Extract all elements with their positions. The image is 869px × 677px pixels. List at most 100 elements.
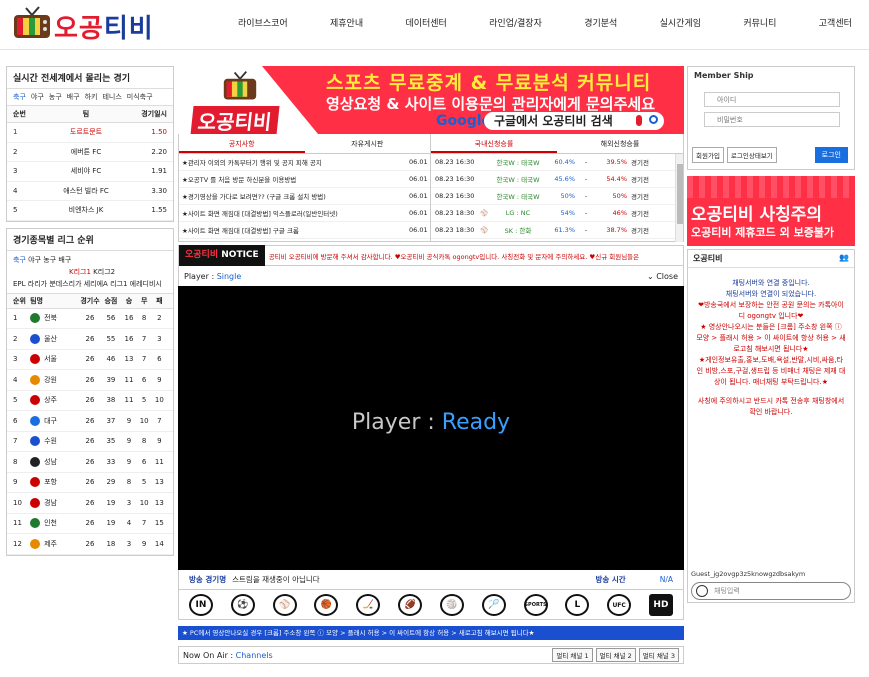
league-others[interactable]: EPL 라리가 분데스리가 세리에A 리그1 에레디비시 xyxy=(13,278,167,290)
popular-row[interactable]: 1 도르트문트 1.50 xyxy=(7,123,173,143)
top-header: 오공티비 라이브스코어 제휴안내 데이터센터 라인업/결장자 경기분석 실시간게… xyxy=(0,0,869,50)
multi-channel-3-button[interactable]: 멀티 채널 3 xyxy=(638,648,679,662)
popular-row[interactable]: 5 비엔차스 JK 1.55 xyxy=(7,201,173,221)
nav-lineup[interactable]: 라인업/결장자 xyxy=(481,16,550,29)
hockey-icon[interactable]: 🏒 xyxy=(356,594,381,616)
scroll-thumb[interactable] xyxy=(677,164,683,224)
tab-volleyball[interactable]: 배구 xyxy=(67,92,80,102)
tab-football[interactable]: 미식축구 xyxy=(127,92,153,102)
player-close[interactable]: ⌄ Close xyxy=(647,272,678,281)
hd-icon[interactable]: HD xyxy=(648,594,673,616)
standing-points: 19 xyxy=(106,519,116,528)
promo-banner[interactable]: 오공티비 스포츠 무료중계 & 무료분석 커뮤니티 영상요청 & 사이트 이용문… xyxy=(178,66,684,134)
match-row[interactable]: 08.23 16:30 한국W : 태국W 50% - 50% 경기전 xyxy=(431,188,683,205)
league-k1[interactable]: K리그1 xyxy=(69,268,91,276)
multi-channel-2-button[interactable]: 멀티 채널 2 xyxy=(595,648,636,662)
volleyball-icon[interactable]: 🏐 xyxy=(439,594,464,616)
password-input[interactable] xyxy=(704,112,840,127)
standings-row[interactable]: 11 인천 26 19 4 7 15 xyxy=(7,514,173,534)
notice-row[interactable]: ★사이트 화면 깨짐대 [대결방법] 구글 크롬 06.01 xyxy=(179,222,430,239)
popular-row[interactable]: 2 에버튼 FC 2.20 xyxy=(7,143,173,162)
standings-row[interactable]: 8 성남 26 33 9 6 11 xyxy=(7,452,173,473)
ufc-icon[interactable]: UFC xyxy=(607,594,632,616)
baseball-icon[interactable]: ⚾ xyxy=(272,594,297,616)
join-button[interactable]: 회원가입 xyxy=(692,147,724,163)
impersonation-warning-banner[interactable]: 오공티비 사칭주의 오공티비 제휴코드 외 보증불가 xyxy=(687,176,855,246)
match-row[interactable]: 08.23 16:30 한국W : 태국W 60.4% - 39.5% 경기전 xyxy=(431,154,683,171)
standing-team-name: 포항 xyxy=(44,478,57,487)
tab-soccer[interactable]: 축구 xyxy=(13,92,26,102)
soccer-icon[interactable]: ⚽ xyxy=(230,594,255,616)
standings-row[interactable]: 9 포항 26 29 8 5 13 xyxy=(7,473,173,493)
nav-analysis[interactable]: 경기분석 xyxy=(576,16,625,29)
standings-row[interactable]: 4 강원 26 39 11 6 9 xyxy=(7,370,173,391)
esports-icon[interactable]: SPORTS xyxy=(523,594,548,616)
match-row[interactable]: 08.23 16:30 한국W : 태국W 45.6% - 54.4% 경기전 xyxy=(431,171,683,188)
predictions-scrollbar[interactable] xyxy=(675,154,683,242)
standing-rank: 8 xyxy=(13,457,18,466)
match-row[interactable]: 08.23 18:30 ⚾ SK : 한화 61.3% - 38.7% 경기전 xyxy=(431,222,683,239)
notice-title: ★사이트 화면 깨짐대 [대결방법] 익스플로러(일반인터넷) xyxy=(182,210,338,218)
tab-overseas[interactable]: 해외신청승률 xyxy=(557,134,683,153)
video-player[interactable]: Player : Ready xyxy=(178,286,684,570)
league-tab-baseball[interactable]: 야구 xyxy=(28,256,41,264)
football-icon[interactable]: 🏈 xyxy=(398,594,423,616)
tab-hockey[interactable]: 하키 xyxy=(85,92,98,102)
nav-livescore[interactable]: 라이브스코어 xyxy=(230,16,296,29)
standings-row[interactable]: 12 제주 26 18 3 9 14 xyxy=(7,534,173,555)
header-rank: 순번 xyxy=(13,110,26,118)
tab-notice[interactable]: 공지사항 xyxy=(179,134,305,153)
standings-row[interactable]: 3 서울 26 46 13 7 6 xyxy=(7,350,173,370)
standing-points: 33 xyxy=(106,457,116,466)
badminton-icon[interactable]: 🏸 xyxy=(481,594,506,616)
match-sep: - xyxy=(584,226,588,234)
league-tab-volleyball[interactable]: 배구 xyxy=(58,256,71,264)
standings-row[interactable]: 7 수원 26 35 9 8 9 xyxy=(7,432,173,452)
popular-row[interactable]: 4 애스턴 빌라 FC 3.30 xyxy=(7,182,173,201)
standing-team: 강원 xyxy=(30,374,79,385)
nav-realtime-game[interactable]: 실시간게임 xyxy=(652,16,709,29)
standings-row[interactable]: 1 전북 26 56 16 8 2 xyxy=(7,309,173,329)
nav-community[interactable]: 커뮤니티 xyxy=(735,16,784,29)
player-mode[interactable]: Single xyxy=(217,272,242,281)
tab-baseball[interactable]: 야구 xyxy=(31,92,44,102)
users-icon[interactable]: 👥 xyxy=(839,253,849,264)
standing-losses: 3 xyxy=(157,334,162,343)
id-input[interactable] xyxy=(704,92,840,107)
multi-channel-1-button[interactable]: 멀티 채널 1 xyxy=(552,648,593,662)
in-icon[interactable]: IN xyxy=(189,594,213,616)
standings-row[interactable]: 5 상주 26 38 11 5 10 xyxy=(7,391,173,411)
player-ready-state: Ready xyxy=(441,410,511,435)
match-row[interactable]: 08.23 18:30 ⚾ LG : NC 54% - 46% 경기전 xyxy=(431,205,683,222)
nav-datacenter[interactable]: 데이터센터 xyxy=(397,16,454,29)
site-logo[interactable]: 오공티비 xyxy=(12,6,162,44)
basketball-icon[interactable]: 🏀 xyxy=(314,594,339,616)
notice-row[interactable]: ★오공TV 를 처음 방문 하신분을 이용방법 06.01 xyxy=(179,171,430,188)
standing-wins: 9 xyxy=(126,416,132,425)
notice-row[interactable]: ★경기영상을 가다로 보려면?? (구글 크롬 설치 방법) 06.01 xyxy=(179,188,430,205)
tab-basketball[interactable]: 농구 xyxy=(49,92,62,102)
standings-row[interactable]: 6 대구 26 37 9 10 7 xyxy=(7,411,173,432)
nav-partnership[interactable]: 제휴안내 xyxy=(322,16,371,29)
standing-team: 대구 xyxy=(30,415,79,426)
popular-row[interactable]: 3 세비야 FC 1.91 xyxy=(7,162,173,182)
standings-row[interactable]: 2 울산 26 55 16 7 3 xyxy=(7,329,173,350)
standing-team: 제주 xyxy=(30,538,79,549)
login-button[interactable]: 로그인 xyxy=(814,147,848,163)
tab-tennis[interactable]: 테니스 xyxy=(102,92,121,102)
league-box: 경기종목별 리그 순위 축구 야구 농구 배구 K리그1 K리그2 EPL 라리… xyxy=(6,227,174,556)
standings-row[interactable]: 10 경남 26 19 3 10 13 xyxy=(7,493,173,514)
notice-row[interactable]: ★관리자 이외의 카톡부터기 행위 및 공지 피해 공지 06.01 xyxy=(179,154,430,171)
h-loss: 패 xyxy=(156,296,163,305)
notice-row[interactable]: ★사이트 화면 깨짐대 [대결방법] 익스플로러(일반인터넷) 06.01 xyxy=(179,205,430,222)
match-teams: SK : 한화 xyxy=(504,227,532,235)
league-k2[interactable]: K리그2 xyxy=(93,268,115,276)
league-icon[interactable]: L xyxy=(565,594,590,616)
tab-free-board[interactable]: 자유게시판 xyxy=(305,134,431,153)
chat-input[interactable]: 채팅입력 xyxy=(691,582,851,600)
league-tab-soccer[interactable]: 축구 xyxy=(13,256,26,264)
keep-login-button[interactable]: 로그인상태보기 xyxy=(726,147,777,163)
nav-support[interactable]: 고객센터 xyxy=(811,16,860,29)
tab-domestic[interactable]: 국내신청승률 xyxy=(431,134,557,153)
league-tab-basketball[interactable]: 농구 xyxy=(43,256,56,264)
